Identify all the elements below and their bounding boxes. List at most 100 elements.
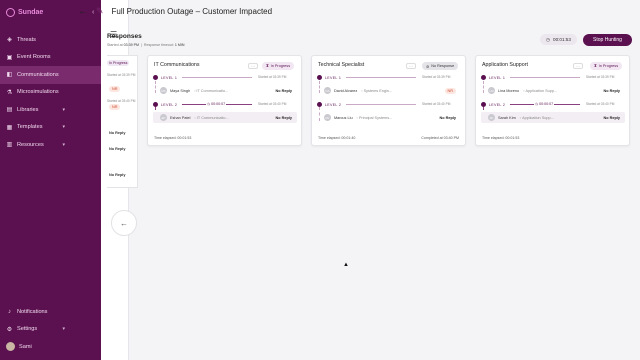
gear-icon: ⚙	[6, 326, 13, 333]
level-header: LEVEL 1	[153, 75, 177, 80]
sidebar-item-label: Event Rooms	[17, 54, 51, 61]
level-divider	[346, 77, 416, 78]
chevron-down-icon: ▾	[62, 106, 65, 113]
more-icon[interactable]: …	[406, 63, 416, 69]
response-card: Application Support … ⧗ In Progress LEVE…	[475, 55, 630, 146]
response-card: IT Communications … ⧗ In Progress LEVEL …	[147, 55, 302, 146]
member-row[interactable]: ML Marcus Liu ▫ Principal Systems... No R…	[317, 112, 461, 123]
level-header: LEVEL 2	[481, 102, 505, 107]
responses-panel: Responses Started at 03:39 PM | Response…	[107, 30, 640, 360]
member-name: Maya Singh	[170, 88, 191, 93]
timeout-value: 1 MIN	[174, 43, 185, 47]
level-header: LEVEL 2	[317, 102, 341, 107]
member-role: ▫ IT Communicatio...	[194, 115, 229, 120]
card-title: Application Support	[482, 62, 528, 68]
door-icon: ▣	[6, 54, 13, 61]
sidebar-item-notifications[interactable]: ♪ Notifications	[0, 303, 101, 321]
chevron-down-icon: ▾	[62, 326, 65, 333]
member-row[interactable]: MS Maya Singh ▫ IT Communicatio... No Rep…	[153, 85, 297, 96]
folder-icon: ▥	[6, 142, 13, 149]
member-status: No Reply	[439, 115, 456, 120]
status-badge: ⧗ In Progress	[262, 62, 295, 70]
scroll-back-button[interactable]: ←	[111, 210, 137, 236]
brand-logo[interactable]: Sundae	[6, 8, 43, 17]
back-arrow-icon[interactable]: ←	[78, 6, 88, 17]
sidebar-item-templates[interactable]: ▦ Templates ▾	[0, 119, 101, 137]
sidebar-item-libraries[interactable]: ▤ Libraries ▾	[0, 101, 101, 119]
more-icon[interactable]: …	[248, 63, 258, 69]
sidebar-item-label: Notifications	[17, 308, 48, 315]
sidebar-item-resources[interactable]: ▥ Resources ▾	[0, 136, 101, 154]
timeout-label: Response timeout:	[143, 43, 174, 47]
member-row[interactable]: SK Sarah Kim ▫ Application Supp... No Rep…	[481, 112, 625, 123]
flask-icon: ⚗	[6, 89, 13, 96]
level-label: LEVEL 2	[489, 102, 506, 107]
card-title: Technical Specialist	[318, 62, 365, 68]
logo-icon	[6, 8, 15, 17]
time-elapsed: Time elapsed: 00:01:53	[154, 136, 192, 140]
level-dot	[481, 75, 486, 80]
sidebar-item-event-rooms[interactable]: ▣ Event Rooms	[0, 49, 101, 67]
sidebar-bottom-nav: ♪ Notifications ⚙ Settings ▾ Sami	[0, 303, 101, 356]
member-row[interactable]: LM Lina Moreno ▫ Application Supp... No R…	[481, 85, 625, 96]
level-label: LEVEL 2	[325, 102, 342, 107]
user-name: Sami	[19, 343, 32, 350]
sidebar-nav: ◈ Threats ▣ Event Rooms ◧ Communications…	[0, 31, 101, 154]
chat-icon: ◧	[6, 72, 13, 79]
incident-icon: ✎	[96, 5, 104, 16]
page-title: Full Production Outage – Customer Impact…	[111, 6, 273, 16]
level-dot	[153, 75, 158, 80]
partial-response-card: In Progress Started at 03:39 PM Started …	[107, 55, 138, 188]
status-badge: ⧗ In Progress	[590, 62, 623, 70]
member-row[interactable]: EP Eshan Patel ▫ IT Communicatio... No Re…	[153, 112, 297, 123]
started-prefix: Started at	[107, 43, 123, 47]
avatar	[6, 342, 15, 352]
sidebar-item-settings[interactable]: ⚙ Settings ▾	[0, 321, 101, 339]
level-start-time: Started at 03:39 PM	[258, 75, 287, 79]
mouse-cursor-icon: ▲	[343, 262, 349, 268]
level-header: LEVEL 2	[153, 102, 177, 107]
member-status: No Reply	[603, 115, 620, 120]
member-role: ▫ Application Supp...	[519, 115, 554, 120]
more-icon[interactable]: …	[573, 63, 583, 69]
responses-subtitle: Started at 03:39 PM | Response timeout: …	[107, 43, 185, 47]
stop-hunting-button[interactable]: Stop Hunting	[583, 34, 632, 46]
sidebar-item-label: Libraries	[17, 106, 39, 113]
member-name: Lina Moreno	[498, 88, 520, 93]
level-header: LEVEL 1	[481, 75, 505, 80]
level-start-time: Started at 03:40 PM	[258, 102, 287, 106]
avatar: DA	[324, 87, 331, 94]
level-dot	[317, 75, 322, 80]
member-name: Marcus Liu	[334, 115, 353, 120]
role-icon: ▫	[523, 88, 525, 93]
no-response-badge: NR	[109, 86, 121, 92]
member-name: Eshan Patel	[170, 115, 191, 120]
member-role: ▫ Application Supp...	[523, 88, 558, 93]
sidebar-item-label: Microsimulations	[17, 89, 59, 96]
status-badge: ⊘ No Response	[422, 62, 459, 70]
level-start-time: Started at 03:40 PM	[422, 102, 451, 106]
member-name: David Alvarez	[334, 88, 358, 93]
app-name: Sundae	[18, 9, 44, 16]
sidebar-item-communications[interactable]: ◧ Communications	[0, 66, 101, 84]
time-elapsed: Time elapsed: 00:01:40	[318, 136, 356, 140]
book-icon: ▤	[6, 107, 13, 114]
template-icon: ▦	[6, 124, 13, 131]
sidebar-item-label: Resources	[17, 141, 44, 148]
sidebar-item-user[interactable]: Sami	[0, 338, 101, 356]
level-header: LEVEL 1	[317, 75, 341, 80]
sidebar-item-threats[interactable]: ◈ Threats	[0, 31, 101, 49]
member-row[interactable]: DA David Alvarez ▫ Systems Engin... NR	[317, 85, 461, 96]
level-start-time: Started at 03:40 PM	[107, 99, 136, 103]
arrow-left-icon: ←	[120, 218, 128, 228]
sidebar-item-label: Communications	[17, 71, 59, 78]
level-timer: ◷ 00:00:07	[534, 102, 555, 106]
sidebar-item-microsimulations[interactable]: ⚗ Microsimulations	[0, 84, 101, 102]
bell-icon: ♪	[8, 308, 11, 315]
member-status: No Reply	[603, 88, 620, 93]
level-label: LEVEL 1	[161, 75, 178, 80]
role-icon: ▫	[519, 115, 522, 120]
avatar: MS	[160, 87, 167, 94]
sidebar-item-label: Settings	[17, 326, 38, 333]
sidebar: Sundae ‹ ◈ Threats ▣ Event Rooms ◧ Commu…	[0, 0, 101, 360]
